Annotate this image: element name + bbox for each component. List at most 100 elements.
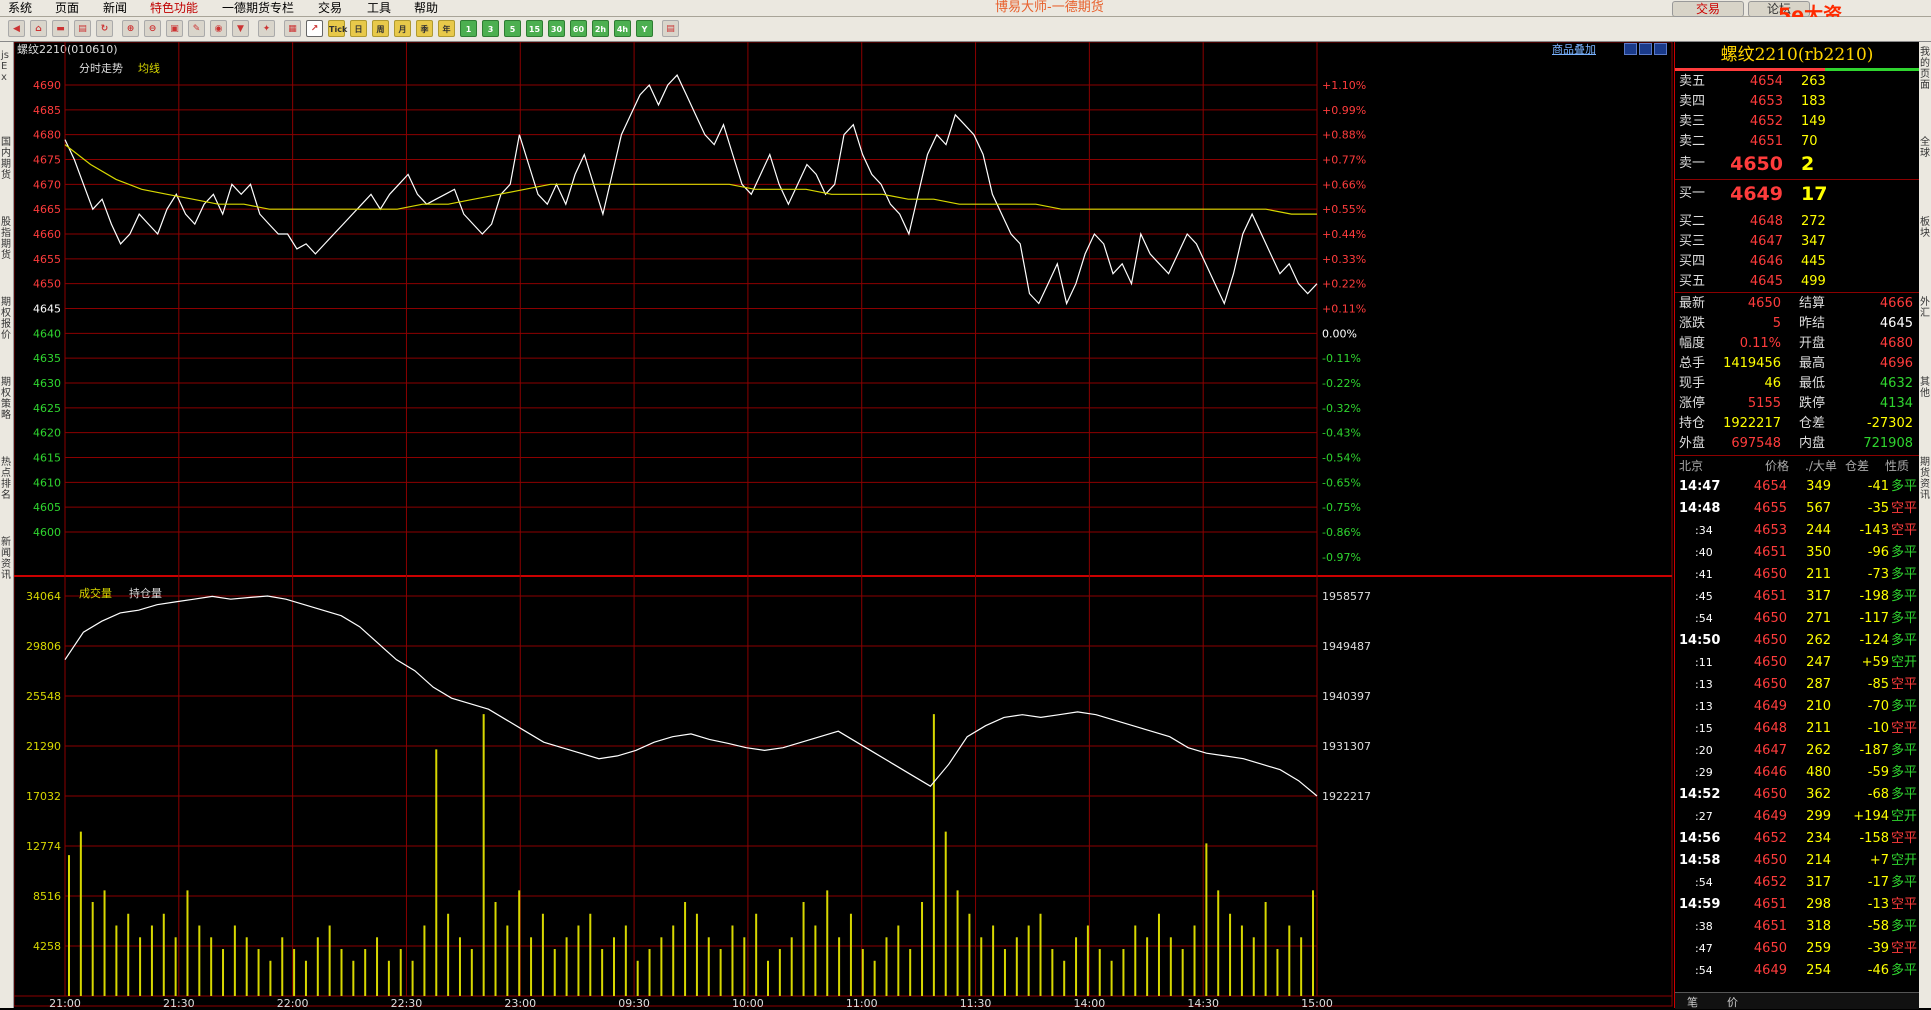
menu-help[interactable]: 帮助 xyxy=(414,1,438,15)
period-tick-button[interactable]: Tick xyxy=(328,20,347,37)
tab-global[interactable]: 全球 xyxy=(1920,137,1931,159)
tick-time: :20 xyxy=(1695,744,1713,757)
bid-level-2[interactable]: 买二 4648 272 xyxy=(1675,212,1919,232)
menu-trade[interactable]: 交易 xyxy=(318,1,342,15)
pct-tick-label: +0.22% xyxy=(1322,278,1366,291)
book-level-label: 买二 xyxy=(1679,214,1706,229)
menu-yide-column[interactable]: 一德期货专栏 xyxy=(222,1,294,15)
ask-level-2[interactable]: 卖二 4651 70 xyxy=(1675,132,1919,152)
time-tick-label: 10:00 xyxy=(732,997,764,1008)
tick-volume: 244 xyxy=(1806,523,1831,538)
period-month-button[interactable]: 月 xyxy=(394,20,411,37)
tick-price: 4650 xyxy=(1753,611,1787,626)
stat-value: 1922217 xyxy=(1723,416,1781,431)
period-3m-button[interactable]: 3 xyxy=(482,20,499,37)
tab-news[interactable]: 新闻资讯 xyxy=(1,537,12,581)
window-icon[interactable]: ▣ xyxy=(166,20,183,37)
time-tick-label: 22:00 xyxy=(277,997,309,1008)
tab-futures-info[interactable]: 期货资讯 xyxy=(1920,457,1931,501)
ticks-header-oi: 仓差 xyxy=(1845,459,1870,473)
period-year-button[interactable]: 年 xyxy=(438,20,455,37)
tab-forex[interactable]: 外汇 xyxy=(1920,297,1931,319)
period-1m-button[interactable]: 1 xyxy=(460,20,477,37)
zoom-out-icon[interactable]: ⊖ xyxy=(144,20,161,37)
trade-button[interactable]: 交易 xyxy=(1672,1,1744,17)
book-level-price: 4650 xyxy=(1730,153,1783,175)
period-2h-button[interactable]: 2h xyxy=(592,20,609,37)
tab-domestic-futures[interactable]: 国内期货 xyxy=(1,137,12,181)
tick-time: 14:58 xyxy=(1679,853,1721,868)
stat-label: 昨结 xyxy=(1799,316,1826,331)
period-quarter-button[interactable]: 季 xyxy=(416,20,433,37)
stat-label: 现手 xyxy=(1679,376,1706,391)
period-60m-button[interactable]: 60 xyxy=(570,20,587,37)
period-30m-button[interactable]: 30 xyxy=(548,20,565,37)
intraday-chart[interactable]: 4690 4685 4680 4675 4670 4665 4660 4655 4650 4645… xyxy=(14,42,1674,1008)
oi-tick-label: 1922217 xyxy=(1322,790,1371,803)
bid-level-3[interactable]: 买三 4647 347 xyxy=(1675,232,1919,252)
price-tick-label: 4630 xyxy=(33,377,61,390)
zoom-in-icon[interactable]: ⊕ xyxy=(122,20,139,37)
palette-icon[interactable]: ◉ xyxy=(210,20,227,37)
book-level-label: 卖三 xyxy=(1679,114,1706,129)
folder-icon[interactable]: ▬ xyxy=(52,20,69,37)
line-chart-icon[interactable]: ↗ xyxy=(306,20,323,37)
volume-tick-label: 8516 xyxy=(33,890,61,903)
menu-features[interactable]: 特色功能 xyxy=(150,1,198,15)
menu-tools[interactable]: 工具 xyxy=(367,1,391,15)
ask-level-1[interactable]: 卖一 4650 2 xyxy=(1675,154,1919,174)
tab-option-quotes[interactable]: 期权报价 xyxy=(1,297,12,341)
ask-level-3[interactable]: 卖三 4652 149 xyxy=(1675,112,1919,132)
pct-tick-label: +0.99% xyxy=(1322,104,1366,117)
period-week-button[interactable]: 周 xyxy=(372,20,389,37)
tick-volume: 210 xyxy=(1806,699,1831,714)
period-15m-button[interactable]: 15 xyxy=(526,20,543,37)
stat-value: 1419456 xyxy=(1723,356,1781,371)
tab-option-strategy[interactable]: 期权策略 xyxy=(1,377,12,421)
back-icon[interactable]: ◀ xyxy=(8,20,25,37)
news-icon[interactable]: ▤ xyxy=(74,20,91,37)
tick-oi-change: -187 xyxy=(1859,743,1889,758)
tab-other[interactable]: 其他 xyxy=(1920,377,1931,399)
tick-price: 4651 xyxy=(1753,919,1787,934)
tick-row: :41 4650 211 -73 多平 xyxy=(1675,564,1919,586)
menu-news[interactable]: 新闻 xyxy=(103,1,127,15)
book-level-label: 买一 xyxy=(1679,186,1706,201)
new-icon[interactable]: ✦ xyxy=(258,20,275,37)
table-view-icon[interactable]: ▦ xyxy=(284,20,301,37)
menu-system[interactable]: 系统 xyxy=(8,1,32,15)
tick-nature: 空平 xyxy=(1890,897,1917,912)
period-4h-button[interactable]: 4h xyxy=(614,20,631,37)
period-custom-button[interactable]: Y xyxy=(636,20,653,37)
pct-tick-label: +1.10% xyxy=(1322,79,1366,92)
tick-oi-change: -59 xyxy=(1867,765,1889,780)
stat-label: 外盘 xyxy=(1679,436,1706,451)
tab-hot-ranking[interactable]: 热点排名 xyxy=(1,457,12,501)
tick-nature: 多平 xyxy=(1890,963,1917,978)
bid-level-1[interactable]: 买一 4649 17 xyxy=(1675,184,1919,204)
menu-page[interactable]: 页面 xyxy=(55,1,79,15)
period-day-button[interactable]: 日 xyxy=(350,20,367,37)
filter-icon[interactable]: ▼ xyxy=(232,20,249,37)
ask-level-4[interactable]: 卖四 4653 183 xyxy=(1675,92,1919,112)
tick-price: 4650 xyxy=(1753,677,1787,692)
pen-icon[interactable]: ✎ xyxy=(188,20,205,37)
tick-volume: 362 xyxy=(1806,787,1831,802)
js-tab[interactable]: js Ex xyxy=(1,50,12,83)
tick-price: 4649 xyxy=(1753,809,1787,824)
calculator-icon[interactable]: ▤ xyxy=(662,20,679,37)
period-5m-button[interactable]: 5 xyxy=(504,20,521,37)
tick-row: :54 4650 271 -117 多平 xyxy=(1675,608,1919,630)
refresh-icon[interactable]: ↻ xyxy=(96,20,113,37)
tab-sector[interactable]: 板块 xyxy=(1920,217,1931,239)
tick-time: :15 xyxy=(1695,722,1713,735)
tab-my-page[interactable]: 我的页面 xyxy=(1920,47,1931,91)
tick-volume: 262 xyxy=(1806,633,1831,648)
ask-level-5[interactable]: 卖五 4654 263 xyxy=(1675,72,1919,92)
tick-nature: 多平 xyxy=(1890,919,1917,934)
bid-level-4[interactable]: 买四 4646 445 xyxy=(1675,252,1919,272)
bid-level-5[interactable]: 买五 4645 499 xyxy=(1675,272,1919,292)
stat-value: 4696 xyxy=(1879,356,1913,371)
home-icon[interactable]: ⌂ xyxy=(30,20,47,37)
tab-index-futures[interactable]: 股指期货 xyxy=(1,217,12,261)
